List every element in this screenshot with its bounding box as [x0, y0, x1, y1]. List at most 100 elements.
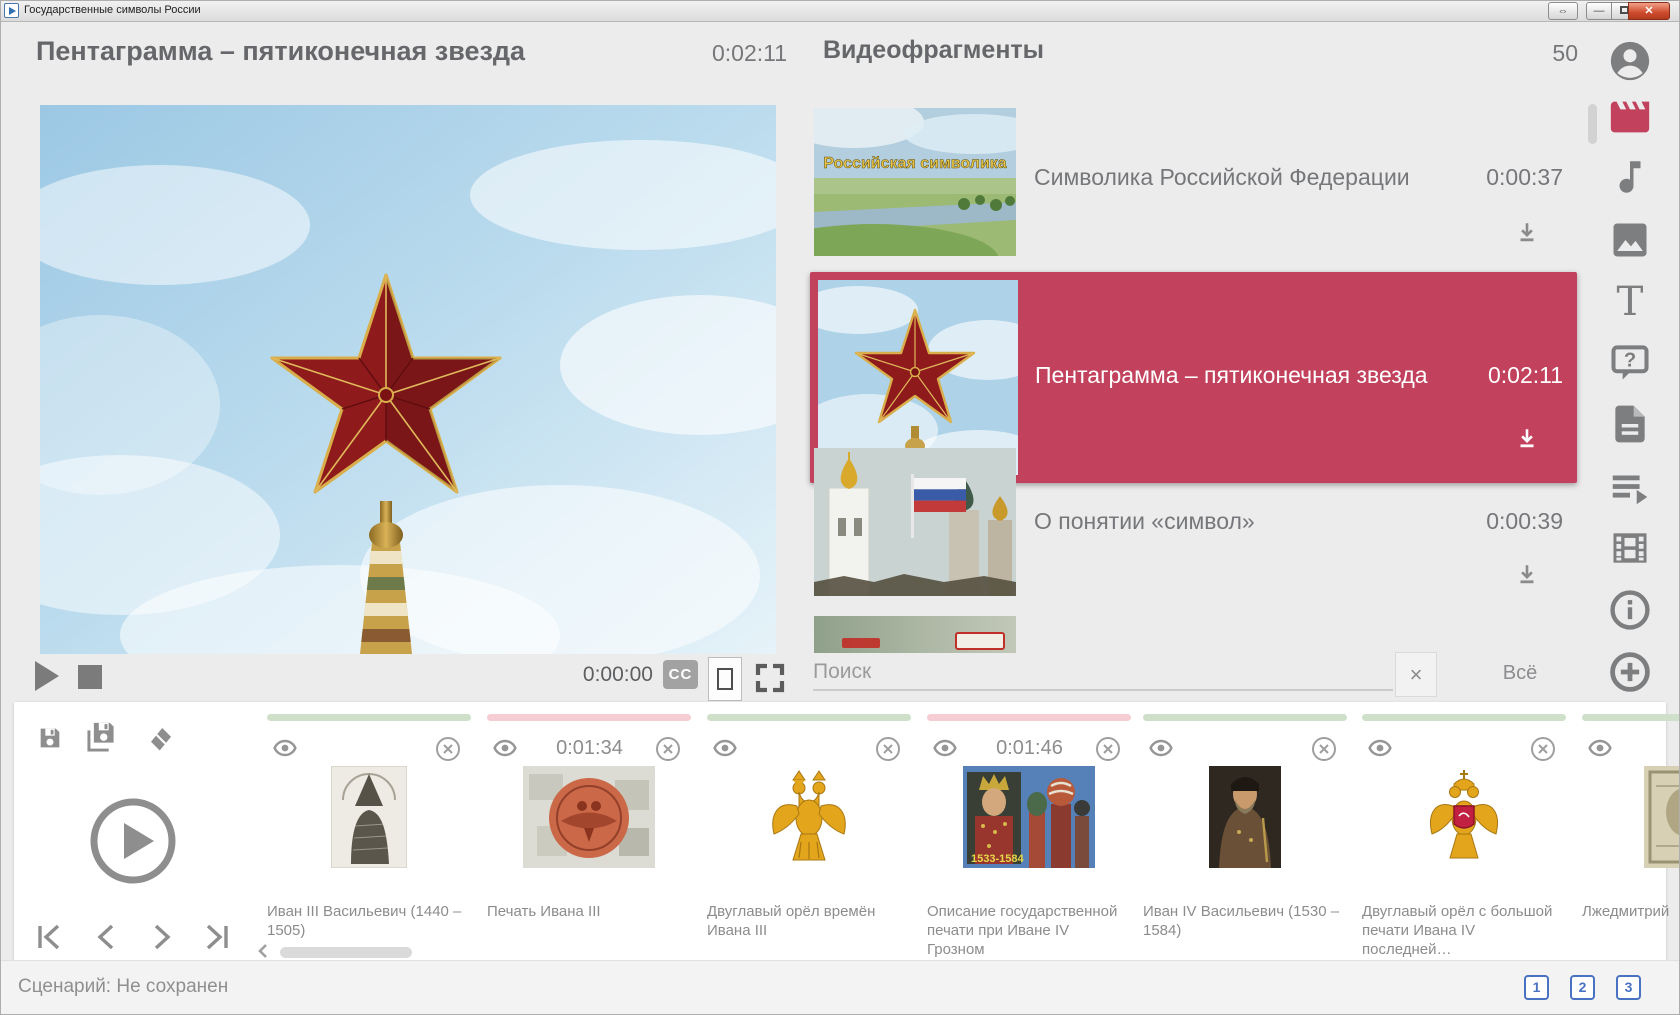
stop-button[interactable] — [78, 665, 102, 689]
cell-caption: Двуглавый орёл времён Ивана III — [707, 902, 905, 940]
text-title-icon[interactable]: T — [1606, 280, 1654, 328]
add-icon[interactable] — [1606, 650, 1654, 698]
save-all-icon[interactable] — [84, 718, 121, 760]
cell-time: 0:01:46 — [972, 737, 1087, 760]
cell-caption: Иван IV Васильевич (1530 – 1584) — [1143, 902, 1341, 940]
aspect-frame-button[interactable] — [708, 657, 742, 701]
minimize-button[interactable]: — — [1586, 2, 1612, 20]
document-icon[interactable] — [1606, 402, 1654, 450]
fragment-title[interactable]: О понятии «символ» — [1034, 508, 1255, 535]
thumbnail-double-eagle-ivan-iii[interactable] — [761, 766, 857, 868]
fragments-count: 50 — [1500, 40, 1578, 67]
thumbnail-ivan-iii-portrait[interactable] — [331, 766, 407, 868]
current-video-title: Пентаграмма – пятиконечная звезда — [36, 36, 525, 67]
remove-cell-icon[interactable] — [435, 736, 461, 762]
current-video-duration: 0:02:11 — [640, 40, 787, 67]
cell-progress-bar — [1143, 714, 1347, 721]
resize-window-button[interactable]: ⇔ — [1548, 2, 1578, 20]
eye-icon[interactable] — [1368, 738, 1392, 758]
cell-progress-bar — [927, 714, 1131, 721]
timeline-scrollbar[interactable] — [280, 947, 412, 958]
info-icon[interactable] — [1606, 588, 1654, 636]
cell-progress-bar — [487, 714, 691, 721]
eraser-icon[interactable] — [146, 724, 176, 757]
remove-cell-icon[interactable] — [655, 736, 681, 762]
eye-icon[interactable] — [1588, 738, 1612, 758]
eye-icon[interactable] — [273, 738, 297, 758]
cell-progress-bar — [267, 714, 471, 721]
closed-captions-button[interactable]: CC — [663, 660, 698, 689]
fragment-thumbnail-symbolika[interactable]: Российская символика — [814, 108, 1016, 256]
eye-icon[interactable] — [1149, 738, 1173, 758]
status-bar — [0, 960, 1680, 1015]
fragment-title[interactable]: Символика Российской Федерации — [1034, 164, 1410, 191]
page-3-button[interactable]: 3 — [1616, 975, 1641, 1000]
preview-play-button[interactable] — [88, 796, 178, 886]
list-scrollbar[interactable] — [1588, 104, 1597, 144]
fragment-title-selected[interactable]: Пентаграмма – пятиконечная звезда — [1035, 362, 1428, 389]
quiz-help-icon[interactable]: ? — [1606, 341, 1654, 389]
thumbnail-ivan-iv-portrait[interactable] — [1209, 766, 1281, 868]
play-button[interactable] — [34, 661, 60, 691]
fragment-duration-selected: 0:02:11 — [1450, 362, 1563, 389]
remove-cell-icon[interactable] — [1530, 736, 1556, 762]
thumb-caption-text: Российская символика — [823, 155, 1006, 172]
title-bar: Государственные символы России ⇔ — ✕ — [0, 0, 1680, 22]
current-time: 0:00:00 — [556, 663, 653, 687]
thumbnail-ivan-iii-seal[interactable] — [523, 766, 655, 868]
fragment-thumbnail-pentagram[interactable] — [818, 280, 1018, 475]
remove-cell-icon[interactable] — [1311, 736, 1337, 762]
download-icon[interactable] — [1514, 562, 1540, 593]
video-fragments-icon[interactable] — [1606, 94, 1654, 142]
filmstrip-icon[interactable] — [1606, 526, 1654, 574]
remove-cell-icon[interactable] — [1095, 736, 1121, 762]
skip-last-icon[interactable] — [202, 922, 232, 957]
fragment-thumbnail-symbol[interactable] — [814, 448, 1016, 596]
fragment-duration: 0:00:37 — [1450, 164, 1563, 191]
fragments-list-header: Видеофрагменты — [823, 36, 1044, 65]
previous-icon[interactable] — [92, 922, 118, 957]
save-icon[interactable] — [36, 724, 64, 757]
fragment-duration: 0:00:39 — [1450, 508, 1563, 535]
skip-first-icon[interactable] — [34, 922, 64, 957]
page-1-button[interactable]: 1 — [1524, 975, 1549, 1000]
download-icon[interactable] — [1514, 220, 1540, 251]
images-icon[interactable] — [1606, 218, 1654, 266]
cell-progress-bar — [1582, 714, 1680, 721]
download-icon[interactable] — [1514, 426, 1540, 457]
eye-icon[interactable] — [493, 738, 517, 758]
cell-progress-bar — [707, 714, 911, 721]
video-frame[interactable] — [40, 105, 776, 654]
next-icon[interactable] — [150, 922, 176, 957]
page-2-button[interactable]: 2 — [1570, 975, 1595, 1000]
filter-all-dropdown[interactable]: Всё — [1480, 662, 1560, 685]
cell-caption: Печать Ивана III — [487, 902, 685, 921]
scenario-status: Сценарий: Не сохранен — [18, 976, 228, 998]
fragment-thumbnail-partial[interactable] — [814, 616, 1016, 653]
fullscreen-icon[interactable] — [752, 660, 788, 696]
account-icon[interactable] — [1606, 38, 1654, 86]
thumbnail-double-eagle-ivan-iv[interactable] — [1421, 766, 1507, 868]
scroll-left-icon[interactable] — [254, 942, 272, 960]
cell-time: 0:01:34 — [532, 737, 647, 760]
close-button[interactable]: ✕ — [1628, 2, 1670, 20]
thumbnail-ivan-iv-seal-description[interactable]: 1533-1584 — [963, 766, 1095, 868]
remove-cell-icon[interactable] — [875, 736, 901, 762]
svg-text:?: ? — [1624, 350, 1636, 372]
thumbnail-false-dmitry[interactable] — [1644, 766, 1680, 868]
search-clear-icon[interactable]: × — [1395, 652, 1437, 697]
playlist-icon[interactable] — [1606, 464, 1654, 512]
window-title: Государственные символы России — [24, 4, 201, 16]
eye-icon[interactable] — [933, 738, 957, 758]
app-icon — [4, 3, 19, 18]
cell-caption: Двуглавый орёл с большой печати Ивана IV… — [1362, 902, 1560, 959]
eye-icon[interactable] — [713, 738, 737, 758]
cell-caption: Иван III Васильевич (1440 – 1505) — [267, 902, 465, 940]
thumb-years-text: 1533-1584 — [971, 853, 1024, 865]
cell-caption: Лжедмитрий — [1582, 902, 1678, 921]
cell-caption: Описание государственной печати при Иван… — [927, 902, 1125, 959]
search-input[interactable] — [813, 655, 1393, 691]
music-icon[interactable] — [1606, 156, 1654, 204]
cell-progress-bar — [1362, 714, 1566, 721]
svg-text:T: T — [1617, 280, 1644, 324]
